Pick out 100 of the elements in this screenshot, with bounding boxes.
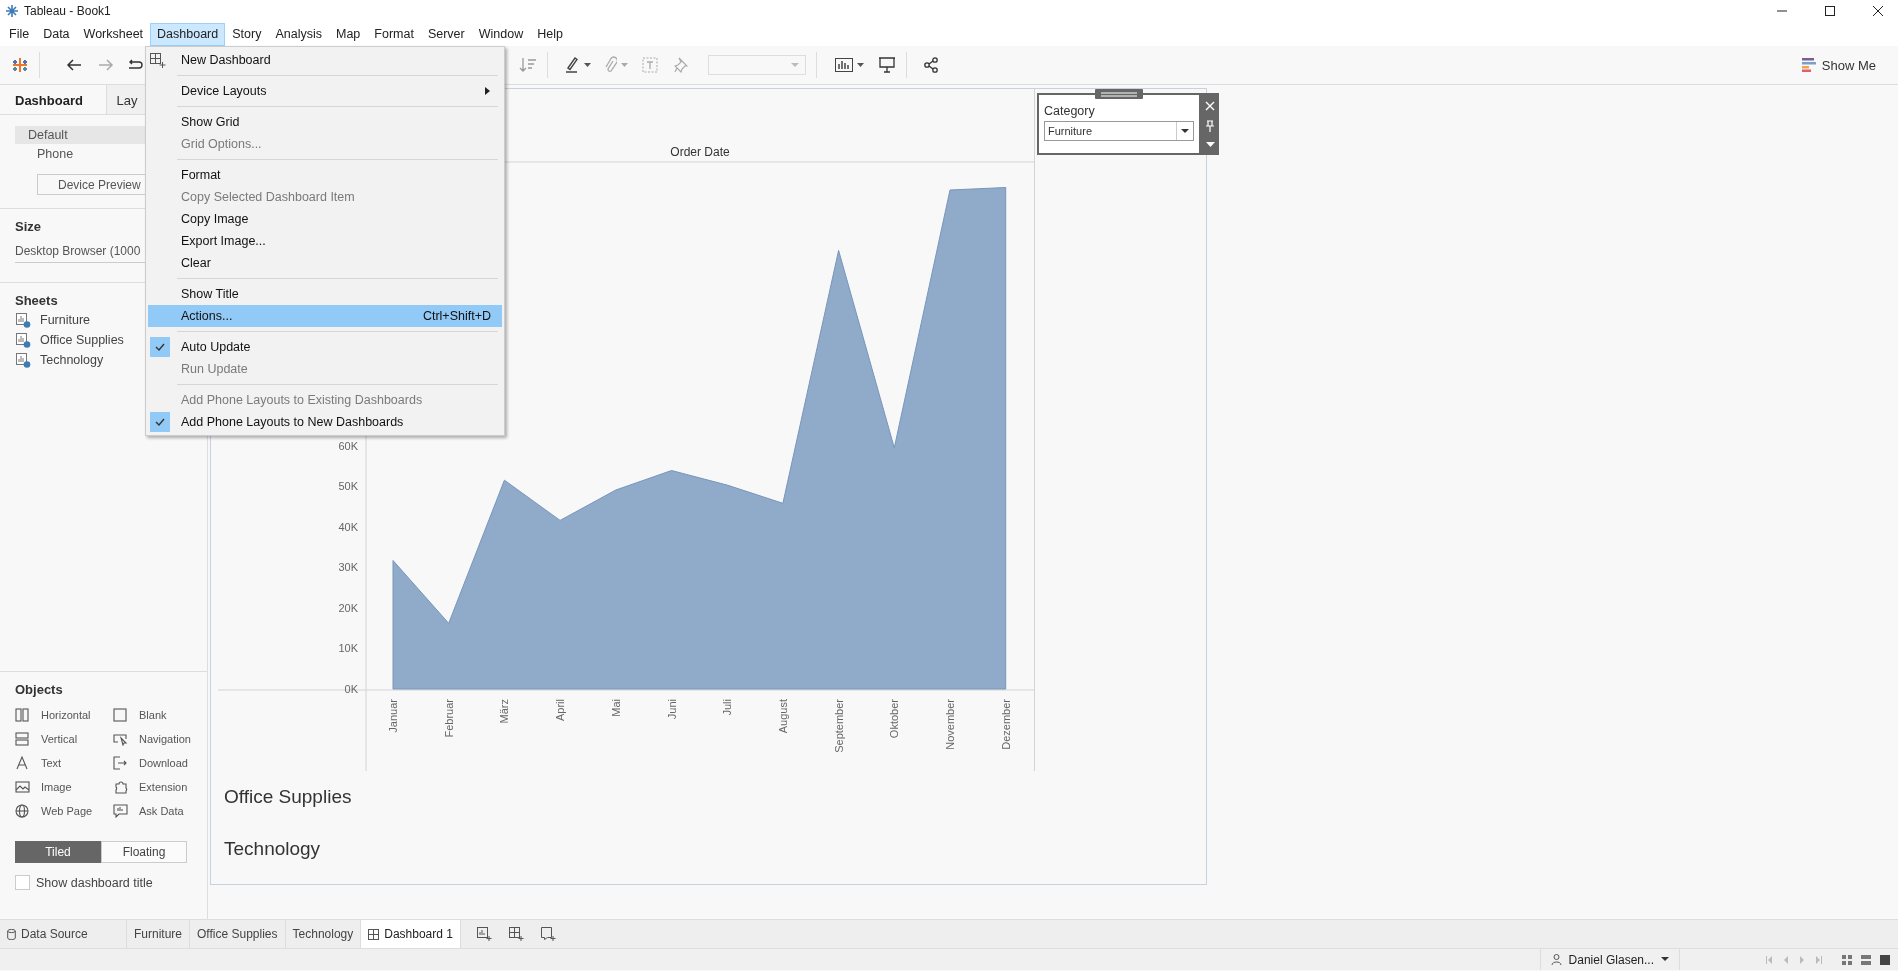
menu-item[interactable]: Show Grid [148,111,502,133]
section-heading: Size [15,219,41,234]
new-story-icon[interactable] [540,927,557,941]
x-category-label: September [832,699,845,753]
checkbox[interactable] [15,875,30,890]
highlighter-icon[interactable] [564,56,580,74]
menu-item[interactable]: Data [36,22,77,46]
menu-item[interactable]: Show Title [148,283,502,305]
askdata-object-icon[interactable] [113,804,128,818]
vertical-object-icon[interactable] [15,732,30,746]
maximize-icon[interactable] [1824,5,1836,17]
presentation-icon[interactable] [878,57,896,73]
horizontal-object-icon[interactable] [15,708,30,722]
caret-icon [1181,128,1189,134]
caret-icon [791,62,799,68]
menu-item[interactable]: Auto Update [148,336,502,358]
filter-title: Category [1044,104,1096,118]
section-heading: Sheets [15,293,58,308]
y-tick-label: 30K [338,561,358,574]
object-label[interactable]: Vertical [41,733,78,745]
x-category-label: Dezember [999,699,1012,750]
menu-item[interactable]: Story [225,22,269,46]
object-label[interactable]: Text [41,757,62,769]
panel-tab[interactable]: Dashboard [0,85,106,114]
share-icon[interactable] [923,57,939,73]
x-category-label: Mai [609,699,622,717]
download-object-icon[interactable] [113,756,128,770]
sheet-name[interactable]: Office Supplies [40,333,124,347]
navigation-object-icon[interactable] [113,732,128,746]
menu-item[interactable]: Add Phone Layouts to New Dashboards [148,411,502,433]
object-label[interactable]: Ask Data [139,805,184,817]
sheet-name[interactable]: Technology [40,353,104,367]
column-header: Order Date [670,145,730,159]
x-category-label: August [776,699,789,734]
menu-item[interactable]: File [2,22,37,46]
tableau-logo-icon[interactable] [11,56,29,74]
layout-mode-button[interactable]: Tiled [15,841,101,863]
sheet-icon [16,312,31,328]
menu-item[interactable]: Copy Image [148,208,502,230]
sheet-title: Office Supplies [223,786,353,809]
menu-item[interactable]: Clear [148,252,502,274]
object-label[interactable]: Download [139,757,188,769]
sort-icon[interactable] [519,57,537,73]
text-object-icon[interactable] [15,756,30,770]
caret-icon[interactable] [1205,142,1215,148]
drag-handle[interactable] [1095,89,1143,99]
show-me-button[interactable]: Show Me [1797,53,1880,77]
caret-icon[interactable] [584,62,591,68]
new-worksheet-icon[interactable] [476,927,493,941]
object-label[interactable]: Horizontal [41,709,91,721]
menu-item[interactable]: Worksheet [76,22,151,46]
sheet-tab[interactable]: Dashboard 1 [361,920,461,948]
y-tick-label: 20K [338,601,358,614]
view-mode-icon[interactable] [1842,954,1890,965]
object-label[interactable]: Web Page [41,805,93,817]
x-category-label: Juni [665,699,678,720]
menu-item[interactable]: Server [420,22,472,46]
y-tick-label: 10K [338,642,358,655]
web-object-icon[interactable] [15,804,30,818]
checkmark-icon [150,337,170,357]
y-tick-label: 0K [344,683,358,695]
image-object-icon[interactable] [15,780,30,794]
menu-item[interactable]: Dashboard [150,22,226,46]
object-label[interactable]: Navigation [139,733,191,745]
new-dashboard-icon [150,52,166,68]
checkbox-label[interactable]: Show dashboard title [36,875,153,890]
back-arrow-icon[interactable] [66,58,82,72]
sheet-icon [16,332,31,348]
x-category-label: April [554,699,567,721]
x-category-label: Januar [387,699,399,733]
menu-item[interactable]: Device Layouts [148,80,502,102]
caret-icon[interactable] [857,62,864,68]
paperclip-icon[interactable] [603,56,617,74]
filter-dropdown[interactable]: Furniture [1044,121,1194,141]
object-label[interactable]: Image [41,781,72,793]
menu-item[interactable]: Window [471,22,531,46]
extension-object-icon[interactable] [113,780,128,794]
redo-icon[interactable] [127,59,143,71]
menu-item[interactable]: Analysis [268,22,329,46]
object-label[interactable]: Extension [139,781,188,793]
menu-item[interactable]: Map [328,22,368,46]
x-category-label: Oktober [888,699,901,739]
menu-item[interactable]: New Dashboard [148,49,502,71]
menu-item[interactable]: Export Image... [148,230,502,252]
device-item[interactable]: Phone [15,145,145,163]
device-item[interactable]: Default [15,126,145,144]
menu-item[interactable]: Format [367,22,421,46]
close-icon[interactable] [1872,5,1884,17]
window-title: Tableau - Book1 [24,4,111,18]
new-dashboard-icon[interactable] [508,927,525,941]
menu-item[interactable]: Help [530,22,570,46]
object-label[interactable]: Blank [139,709,167,721]
layout-mode-button[interactable]: Floating [101,841,187,863]
menu-item[interactable]: Actions... Ctrl+Shift+D [148,305,502,327]
user-menu[interactable]: Daniel Glasen... [1539,949,1680,970]
y-tick-label: 50K [338,480,358,493]
database-icon [7,928,16,940]
sheet-name[interactable]: Furniture [40,313,91,327]
y-tick-label: 60K [338,439,358,452]
bar-chart-icon[interactable] [835,58,853,72]
